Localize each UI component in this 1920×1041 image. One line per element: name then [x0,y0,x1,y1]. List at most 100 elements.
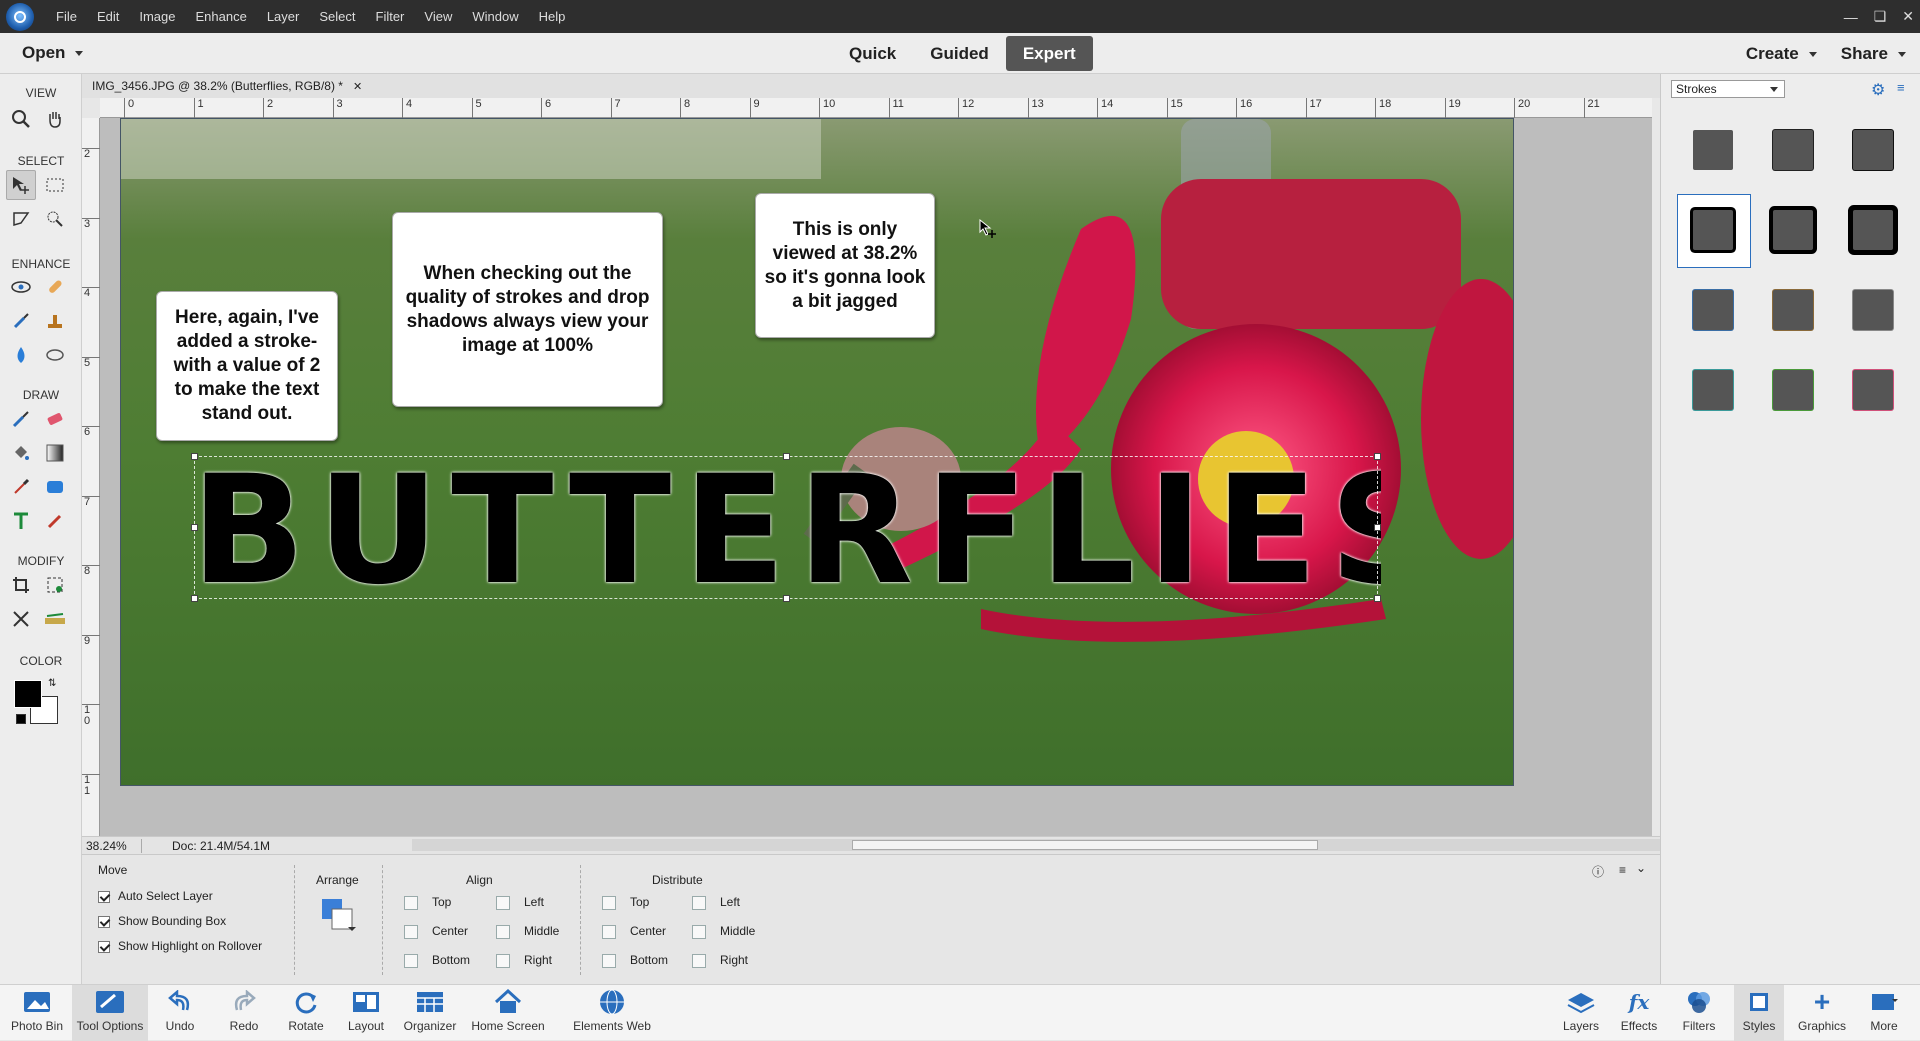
horizontal-scrollbar[interactable] [412,839,1732,851]
foreground-color-swatch[interactable] [14,680,42,708]
show-bounding-box-checkbox[interactable]: Show Bounding Box [98,914,226,928]
resize-handle-tr[interactable] [1374,453,1381,460]
redo-button[interactable]: Redo [216,985,272,1041]
paint-bucket-tool-icon[interactable] [6,438,36,468]
menu-help[interactable]: Help [529,0,576,33]
stroke-style-swatch[interactable] [1853,290,1893,330]
menu-filter[interactable]: Filter [366,0,415,33]
align-center-button[interactable]: Center [404,924,468,939]
show-highlight-checkbox[interactable]: Show Highlight on Rollover [98,939,262,953]
layout-button[interactable]: Layout [338,985,394,1041]
align-top-button[interactable]: Top [404,895,451,910]
stroke-style-swatch[interactable] [1693,210,1733,250]
blur-tool-icon[interactable] [6,340,36,370]
vertical-scrollbar[interactable] [1652,98,1660,836]
stroke-style-swatch[interactable] [1773,290,1813,330]
menu-edit[interactable]: Edit [87,0,129,33]
canvas-workspace[interactable]: Here, again, I've added a stroke- with a… [100,118,1652,836]
arrange-button[interactable] [318,895,358,938]
graphics-button[interactable]: + Graphics [1794,985,1850,1041]
pencil-tool-icon[interactable] [40,506,70,536]
open-button[interactable]: Open [22,43,84,63]
hand-tool-icon[interactable] [40,104,70,134]
panel-menu-icon[interactable]: ≡ [1897,80,1905,95]
type-tool-icon[interactable] [6,506,36,536]
distribute-center-button[interactable]: Center [602,924,666,939]
distribute-top-button[interactable]: Top [602,895,649,910]
align-bottom-button[interactable]: Bottom [404,953,470,968]
bounding-box[interactable] [191,453,1381,602]
menu-select[interactable]: Select [309,0,365,33]
align-right-button[interactable]: Right [496,953,552,968]
brush-tool-icon[interactable] [6,404,36,434]
close-tab-icon[interactable]: ✕ [353,80,362,93]
effects-button[interactable]: fx Effects [1614,985,1664,1041]
resize-handle-br[interactable] [1374,595,1381,602]
straighten-tool-icon[interactable] [40,604,70,634]
stroke-style-swatch[interactable] [1773,370,1813,410]
scrollbar-thumb[interactable] [852,840,1318,850]
zoom-tool-icon[interactable] [6,104,36,134]
distribute-left-button[interactable]: Left [692,895,740,910]
layers-button[interactable]: Layers [1556,985,1606,1041]
style-category-select[interactable]: Strokes [1671,80,1785,98]
sponge-tool-icon[interactable] [40,340,70,370]
menu-file[interactable]: File [46,0,87,33]
menu-layer[interactable]: Layer [257,0,310,33]
distribute-right-button[interactable]: Right [692,953,748,968]
filters-button[interactable]: Filters [1674,985,1724,1041]
resize-handle-l[interactable] [191,524,198,531]
stroke-style-swatch[interactable] [1693,290,1733,330]
options-menu-icon[interactable]: ≡ [1619,863,1626,877]
resize-handle-b[interactable] [783,595,790,602]
distribute-bottom-button[interactable]: Bottom [602,953,668,968]
stroke-style-swatch[interactable] [1693,370,1733,410]
create-button[interactable]: Create [1746,44,1817,64]
image-canvas[interactable]: Here, again, I've added a stroke- with a… [120,118,1514,786]
menu-enhance[interactable]: Enhance [186,0,257,33]
undo-button[interactable]: Undo [152,985,208,1041]
swap-colors-icon[interactable]: ⇅ [48,678,56,689]
auto-select-layer-checkbox[interactable]: Auto Select Layer [98,889,213,903]
smart-brush-tool-icon[interactable] [6,306,36,336]
organizer-button[interactable]: Organizer [400,985,460,1041]
elements-web-button[interactable]: Elements Web [564,985,660,1041]
shape-tool-icon[interactable] [40,472,70,502]
stroke-style-swatch[interactable] [1853,210,1893,250]
styles-button[interactable]: Styles [1734,985,1784,1041]
resize-handle-tl[interactable] [191,453,198,460]
help-icon[interactable]: ⓘ [1592,863,1604,880]
crop-tool-icon[interactable] [6,570,36,600]
tool-options-button[interactable]: Tool Options [72,985,148,1041]
lasso-tool-icon[interactable] [6,204,36,234]
recompose-tool-icon[interactable] [40,570,70,600]
close-icon[interactable]: ✕ [1902,8,1914,25]
more-button[interactable]: More [1858,985,1910,1041]
red-eye-tool-icon[interactable] [6,272,36,302]
menu-view[interactable]: View [414,0,462,33]
stroke-style-swatch[interactable] [1773,210,1813,250]
stroke-style-swatch[interactable] [1693,130,1733,170]
spot-healing-tool-icon[interactable] [40,272,70,302]
marquee-tool-icon[interactable] [40,170,70,200]
stroke-style-swatch[interactable] [1773,130,1813,170]
document-tab[interactable]: IMG_3456.JPG @ 38.2% (Butterflies, RGB/8… [82,74,1660,98]
quick-selection-tool-icon[interactable] [40,204,70,234]
menu-image[interactable]: Image [129,0,185,33]
distribute-middle-button[interactable]: Middle [692,924,755,939]
stroke-style-swatch[interactable] [1853,370,1893,410]
default-colors-icon[interactable] [16,714,26,724]
resize-handle-bl[interactable] [191,595,198,602]
home-screen-button[interactable]: Home Screen [468,985,548,1041]
gradient-tool-icon[interactable] [40,438,70,468]
resize-handle-r[interactable] [1374,524,1381,531]
photo-bin-button[interactable]: Photo Bin [4,985,70,1041]
menu-window[interactable]: Window [462,0,528,33]
share-button[interactable]: Share [1841,44,1906,64]
gear-icon[interactable]: ⚙ [1871,80,1885,100]
align-middle-button[interactable]: Middle [496,924,559,939]
tab-guided[interactable]: Guided [913,36,1006,71]
tab-expert[interactable]: Expert [1005,36,1093,71]
content-aware-move-tool-icon[interactable] [6,604,36,634]
zoom-level[interactable]: 38.24% [82,838,142,853]
